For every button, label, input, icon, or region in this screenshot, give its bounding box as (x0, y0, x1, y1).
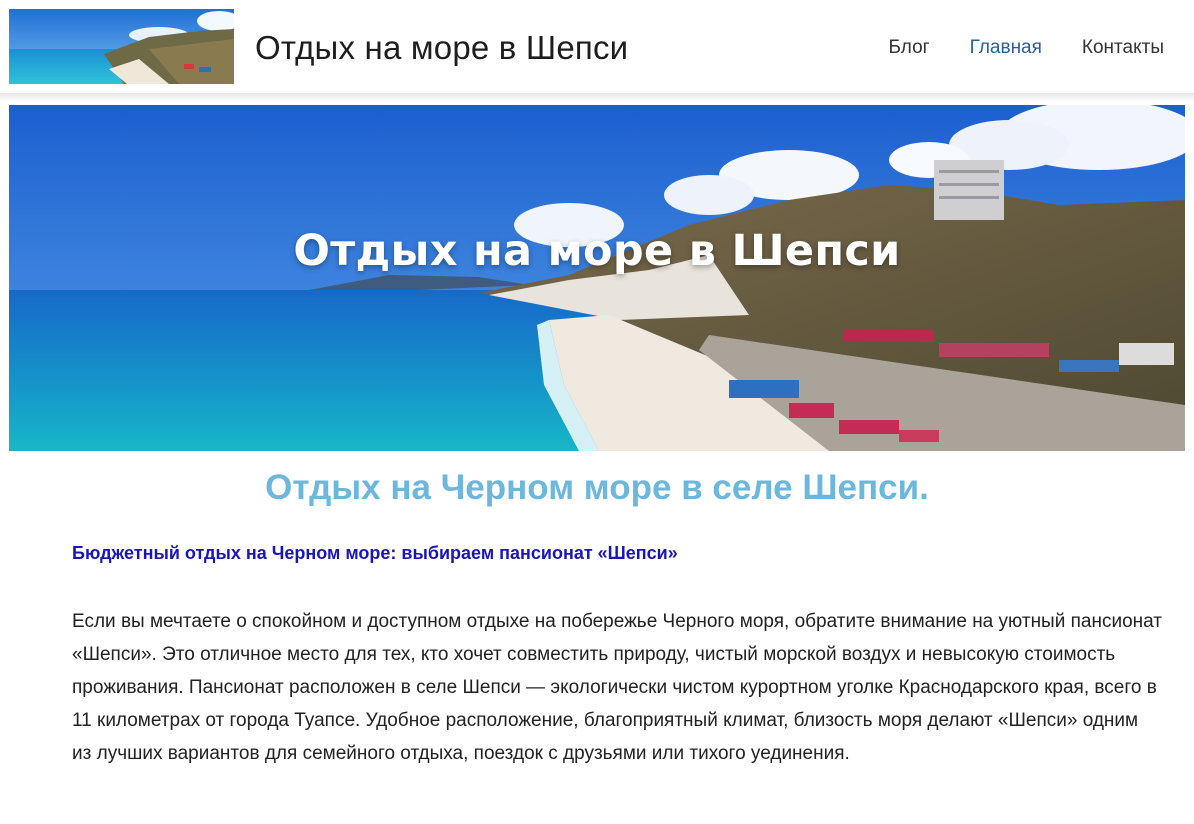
nav-contacts-link[interactable]: Контакты (1082, 37, 1164, 59)
site-logo-image[interactable] (9, 9, 234, 84)
pension-subheading-link[interactable]: Бюджетный отдых на Черном море: выбираем… (72, 543, 678, 564)
nav-home-link[interactable]: Главная (970, 37, 1042, 59)
section-heading: Отдых на Черном море в селе Шепси. (265, 468, 929, 507)
hero-title: Отдых на море в Шепси (293, 226, 901, 276)
site-header: Отдых на море в Шепси Блог Главная Конта… (0, 0, 1194, 93)
hero-coast-image (9, 105, 1185, 451)
beach-logo-icon (9, 9, 234, 84)
header-divider (0, 93, 1194, 102)
site-title[interactable]: Отдых на море в Шепси (255, 29, 628, 67)
main-nav: Блог Главная Контакты (889, 37, 1164, 59)
hero-banner: Отдых на море в Шепси (9, 105, 1185, 451)
nav-blog-link[interactable]: Блог (889, 37, 930, 59)
intro-paragraph: Если вы мечтаете о спокойном и доступном… (72, 611, 1162, 764)
